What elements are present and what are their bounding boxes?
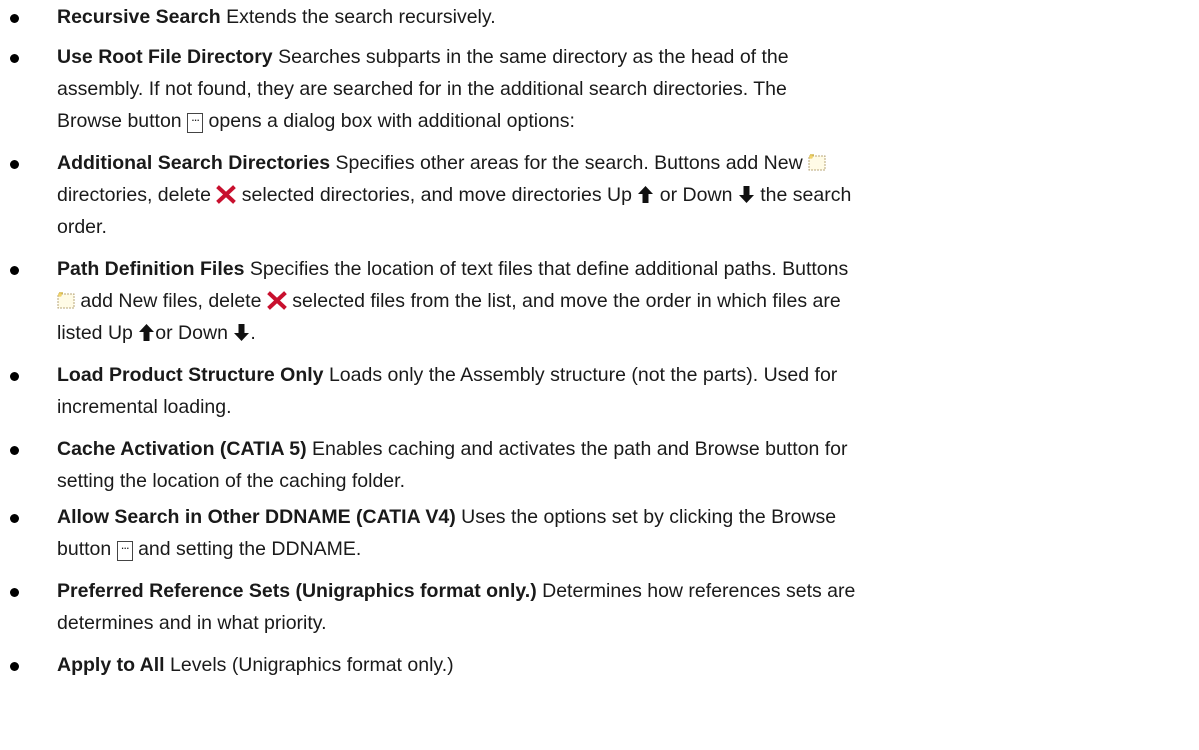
bullet-icon: [10, 266, 19, 275]
browse-dots: ...: [191, 109, 200, 124]
arrow-down-icon: [233, 323, 250, 342]
description: listed Up: [57, 322, 133, 344]
description: setting the location of the caching fold…: [57, 470, 405, 492]
term-label: Cache Activation (CATIA 5): [57, 438, 307, 460]
description: directories, delete: [57, 184, 211, 206]
description: opens a dialog box with additional optio…: [208, 110, 575, 132]
list-item-additional-search-directories: Additional Search Directories Specifies …: [0, 147, 1199, 243]
description: Browse button: [57, 110, 182, 132]
browse-button-icon: ...: [187, 109, 204, 133]
bullet-icon: [10, 160, 19, 169]
description: Determines how references sets are: [542, 580, 856, 602]
arrow-up-icon: [138, 323, 155, 342]
list-item-path-definition-files: Path Definition Files Specifies the loca…: [0, 253, 1199, 349]
browse-dots: ...: [120, 537, 130, 552]
browse-button-icon: ...: [116, 537, 133, 561]
options-bullet-list: Recursive Search Extends the search recu…: [0, 0, 1199, 681]
list-item-load-product-structure-only: Load Product Structure Only Loads only t…: [0, 359, 1199, 423]
description: .: [250, 322, 256, 344]
term-label: Path Definition Files: [57, 258, 245, 280]
bullet-icon: [10, 446, 19, 455]
term-label: Apply to All: [57, 654, 165, 676]
document-page: Recursive Search Extends the search recu…: [0, 0, 1199, 750]
description: Loads only the Assembly structure (not t…: [328, 364, 838, 386]
bullet-icon: [10, 54, 19, 63]
description: determines and in what priority.: [57, 612, 327, 634]
delete-x-icon: [267, 290, 287, 310]
description: Specifies other areas for the search. Bu…: [335, 152, 803, 174]
new-file-icon: [808, 154, 826, 171]
delete-x-icon: [216, 184, 236, 204]
arrow-up-icon: [637, 185, 654, 204]
description: selected directories, and move directori…: [241, 184, 632, 206]
arrow-down-icon: [738, 185, 755, 204]
term-label: Allow Search in Other DDNAME (CATIA V4): [57, 506, 456, 528]
description: or Down: [155, 322, 228, 344]
description: Searches subparts in the same directory …: [278, 46, 789, 68]
list-item-preferred-reference-sets: Preferred Reference Sets (Unigraphics fo…: [0, 575, 1199, 639]
term-label: Recursive Search: [57, 6, 221, 28]
description: the search: [760, 184, 852, 206]
list-item-use-root-file-directory: Use Root File Directory Searches subpart…: [0, 41, 1199, 137]
bullet-icon: [10, 514, 19, 523]
bullet-icon: [10, 14, 19, 23]
description: selected files from the list, and move t…: [292, 290, 841, 312]
description: or Down: [659, 184, 733, 206]
description: Extends the search recursively.: [226, 6, 496, 28]
list-item-cache-activation: Cache Activation (CATIA 5) Enables cachi…: [0, 433, 1199, 497]
description: Uses the options set by clicking the Bro…: [461, 506, 837, 528]
description: order.: [57, 216, 107, 238]
bullet-icon: [10, 372, 19, 381]
term-label: Additional Search Directories: [57, 152, 331, 174]
list-item-allow-search-other-ddname: Allow Search in Other DDNAME (CATIA V4) …: [0, 501, 1199, 565]
list-item-apply-to-all: Apply to All Levels (Unigraphics format …: [0, 649, 1199, 681]
new-file-icon: [57, 292, 75, 309]
list-item-recursive-search: Recursive Search Extends the search recu…: [0, 1, 1199, 33]
description: assembly. If not found, they are searche…: [57, 78, 787, 100]
description: and setting the DDNAME.: [138, 538, 362, 560]
term-label: Use Root File Directory: [57, 46, 273, 68]
description: Levels (Unigraphics format only.): [170, 654, 454, 676]
term-label: Preferred Reference Sets (Unigraphics fo…: [57, 580, 537, 602]
bullet-icon: [10, 588, 19, 597]
description: button: [57, 538, 112, 560]
description: incremental loading.: [57, 396, 232, 418]
description: add New files, delete: [80, 290, 262, 312]
description: Enables caching and activates the path a…: [311, 438, 848, 460]
bullet-icon: [10, 662, 19, 671]
description: Specifies the location of text files tha…: [249, 258, 849, 280]
term-label: Load Product Structure Only: [57, 364, 324, 386]
